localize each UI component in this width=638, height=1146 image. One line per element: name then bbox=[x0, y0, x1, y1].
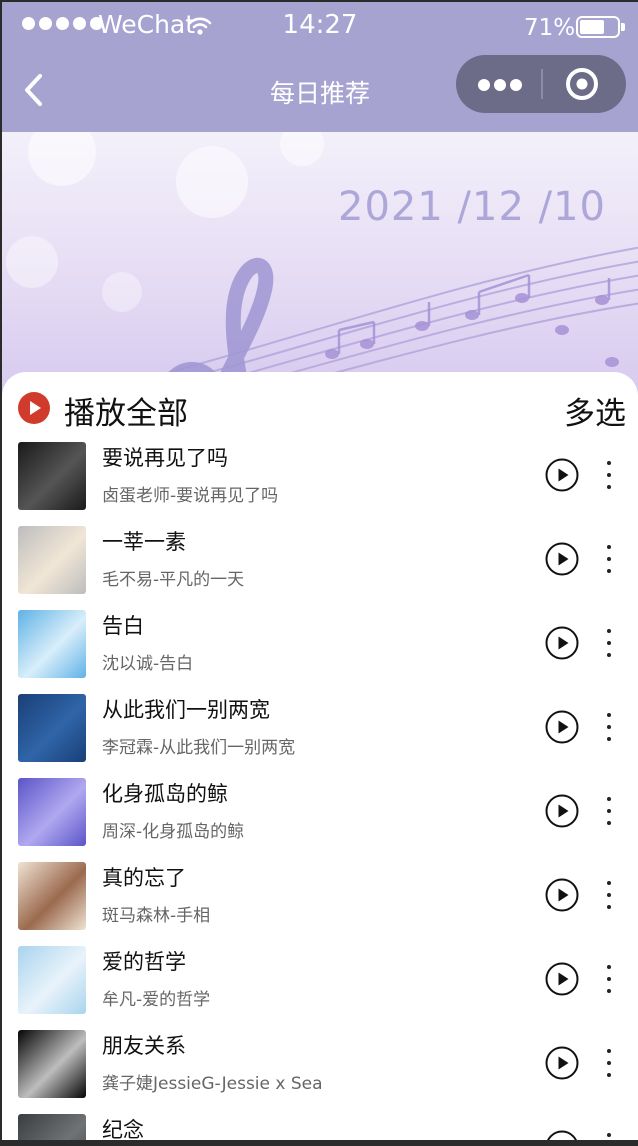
more-vertical-icon[interactable] bbox=[598, 793, 620, 829]
song-artist-album: 毛不易-平凡的一天 bbox=[102, 570, 245, 590]
play-all-icon[interactable] bbox=[18, 392, 50, 424]
battery-icon bbox=[576, 16, 625, 38]
song-row[interactable]: 爱的哲学牟凡-爱的哲学 bbox=[2, 944, 638, 1028]
song-title: 告白 bbox=[102, 614, 144, 638]
more-vertical-icon[interactable] bbox=[598, 709, 620, 745]
play-all-button[interactable]: 播放全部 bbox=[64, 388, 188, 433]
mini-program-capsule bbox=[456, 55, 626, 113]
song-artist-album: 李冠霖-从此我们一别两宽 bbox=[102, 738, 296, 758]
song-title: 要说再见了吗 bbox=[102, 446, 228, 470]
song-title: 从此我们一别两宽 bbox=[102, 698, 270, 722]
song-artist-album: 斑马森林-手相 bbox=[102, 906, 211, 926]
play-circle-icon[interactable] bbox=[545, 1046, 579, 1080]
album-cover bbox=[18, 862, 86, 930]
daily-banner: 2021 /12 /10 bbox=[2, 132, 638, 402]
song-artist-album: 卤蛋老师-要说再见了吗 bbox=[102, 486, 279, 506]
top-bar: WeChat 14:27 71% 每日推荐 bbox=[2, 2, 638, 132]
play-circle-icon[interactable] bbox=[545, 962, 579, 996]
song-title: 朋友关系 bbox=[102, 1034, 186, 1058]
battery-level bbox=[580, 20, 605, 34]
song-row[interactable]: 一莘一素毛不易-平凡的一天 bbox=[2, 524, 638, 608]
song-row[interactable]: 朋友关系龚子婕JessieG-Jessie x Sea bbox=[2, 1028, 638, 1112]
play-circle-icon[interactable] bbox=[545, 878, 579, 912]
song-row[interactable]: 告白沈以诚-告白 bbox=[2, 608, 638, 692]
more-vertical-icon[interactable] bbox=[598, 457, 620, 493]
list-header: 播放全部 多选 bbox=[2, 372, 638, 442]
song-artist-album: 周深-化身孤岛的鲸 bbox=[102, 822, 245, 842]
more-vertical-icon[interactable] bbox=[598, 877, 620, 913]
play-circle-icon[interactable] bbox=[545, 542, 579, 576]
album-cover bbox=[18, 526, 86, 594]
song-row[interactable]: 化身孤岛的鲸周深-化身孤岛的鲸 bbox=[2, 776, 638, 860]
battery-percent: 71% bbox=[524, 15, 576, 41]
album-cover bbox=[18, 1030, 86, 1098]
close-target-icon[interactable] bbox=[564, 66, 600, 102]
more-vertical-icon[interactable] bbox=[598, 961, 620, 997]
song-row[interactable]: 纪念 bbox=[2, 1112, 638, 1140]
song-artist-album: 牟凡-爱的哲学 bbox=[102, 990, 211, 1010]
album-cover bbox=[18, 946, 86, 1014]
song-title: 化身孤岛的鲸 bbox=[102, 782, 228, 806]
song-artist-album: 龚子婕JessieG-Jessie x Sea bbox=[102, 1074, 323, 1094]
album-cover bbox=[18, 694, 86, 762]
song-row[interactable]: 真的忘了斑马森林-手相 bbox=[2, 860, 638, 944]
song-list-panel: 播放全部 多选 要说再见了吗卤蛋老师-要说再见了吗一莘一素毛不易-平凡的一天告白… bbox=[2, 372, 638, 1140]
music-notes-illustration bbox=[6, 132, 638, 402]
status-bar: WeChat 14:27 71% bbox=[2, 2, 638, 52]
play-circle-icon[interactable] bbox=[545, 794, 579, 828]
play-circle-icon[interactable] bbox=[545, 458, 579, 492]
song-row[interactable]: 从此我们一别两宽李冠霖-从此我们一别两宽 bbox=[2, 692, 638, 776]
album-cover bbox=[18, 442, 86, 510]
more-vertical-icon[interactable] bbox=[598, 625, 620, 661]
play-circle-icon[interactable] bbox=[545, 626, 579, 660]
song-list: 要说再见了吗卤蛋老师-要说再见了吗一莘一素毛不易-平凡的一天告白沈以诚-告白从此… bbox=[2, 440, 638, 1140]
song-title: 爱的哲学 bbox=[102, 950, 186, 974]
phone-screen: WeChat 14:27 71% 每日推荐 2021 /12 /10 播放全部 … bbox=[2, 2, 638, 1140]
more-dots-icon[interactable] bbox=[456, 55, 540, 113]
play-circle-icon[interactable] bbox=[545, 1130, 579, 1140]
album-cover bbox=[18, 778, 86, 846]
more-vertical-icon[interactable] bbox=[598, 1045, 620, 1081]
multi-select-button[interactable]: 多选 bbox=[564, 388, 626, 433]
album-cover bbox=[18, 610, 86, 678]
song-title: 纪念 bbox=[102, 1118, 144, 1140]
capsule-divider bbox=[541, 69, 543, 99]
song-artist-album: 沈以诚-告白 bbox=[102, 654, 194, 674]
album-cover bbox=[18, 1114, 86, 1140]
song-row[interactable]: 要说再见了吗卤蛋老师-要说再见了吗 bbox=[2, 440, 638, 524]
song-title: 真的忘了 bbox=[102, 866, 186, 890]
song-title: 一莘一素 bbox=[102, 530, 186, 554]
more-vertical-icon[interactable] bbox=[598, 541, 620, 577]
play-circle-icon[interactable] bbox=[545, 710, 579, 744]
more-vertical-icon[interactable] bbox=[598, 1129, 620, 1140]
nav-bar: 每日推荐 bbox=[2, 52, 638, 132]
banner-date: 2021 /12 /10 bbox=[338, 184, 606, 230]
